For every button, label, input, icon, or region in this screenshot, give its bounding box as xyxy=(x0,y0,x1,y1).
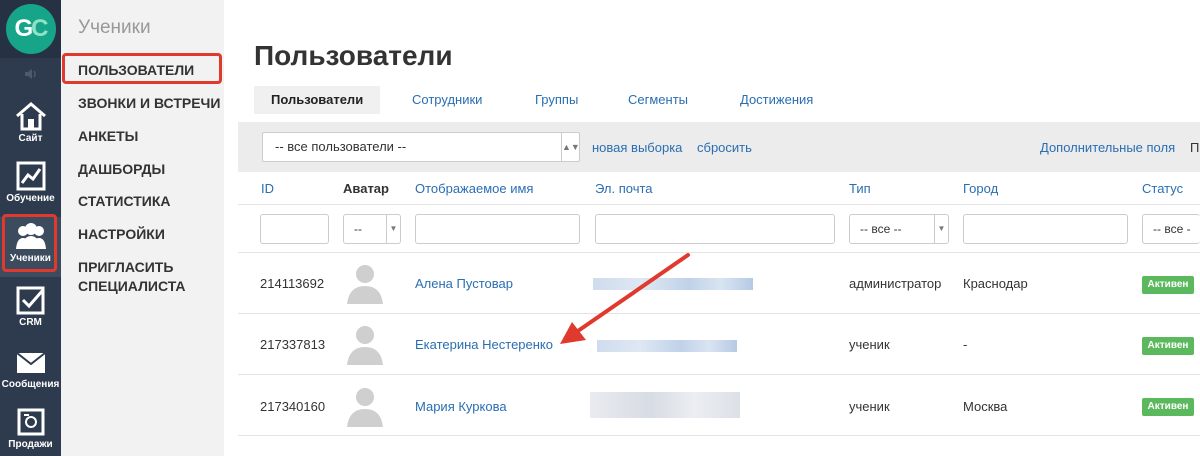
submenu-item-statistics[interactable]: СТАТИСТИКА xyxy=(78,192,171,211)
submenu-item-invite[interactable]: ПРИГЛАСИТЬ СПЕЦИАЛИСТА xyxy=(78,258,186,296)
submenu-item-forms[interactable]: АНКЕТЫ xyxy=(78,127,138,146)
cell-email-redacted xyxy=(597,340,737,352)
segment-select[interactable]: -- все пользователи -- ▲▼ xyxy=(262,132,580,162)
cell-email-redacted xyxy=(590,392,740,418)
rail-highlight xyxy=(2,214,57,272)
submenu-item-dashboards[interactable]: ДАШБОРДЫ xyxy=(78,160,165,179)
cell-city: Краснодар xyxy=(963,276,1028,291)
cell-id: 217337813 xyxy=(260,337,326,352)
rail-item-site[interactable]: Сайт xyxy=(0,97,61,157)
col-header-type[interactable]: Тип xyxy=(849,181,871,196)
divider xyxy=(238,435,1200,436)
cell-type: ученик xyxy=(849,399,890,414)
col-header-name[interactable]: Отображаемое имя xyxy=(415,181,533,196)
rail-item-label: CRM xyxy=(19,317,42,328)
filter-city-input[interactable] xyxy=(963,214,1128,244)
cell-city: Москва xyxy=(963,399,1008,414)
chevron-down-icon: ▲▼ xyxy=(561,133,580,161)
speaker-icon[interactable] xyxy=(0,60,61,88)
page-title: Пользователи xyxy=(254,40,453,71)
filter-avatar-value: -- xyxy=(354,222,362,236)
new-selection-link[interactable]: новая выборка xyxy=(592,140,682,155)
filter-status-value: -- все - xyxy=(1153,222,1191,236)
app-rail: GC Сайт Обучение Ученики CRM Сообщения П… xyxy=(0,0,61,456)
tab-users[interactable]: Пользователи xyxy=(254,86,381,114)
col-header-id[interactable]: ID xyxy=(261,181,274,196)
submenu-item-settings[interactable]: НАСТРОЙКИ xyxy=(78,225,165,244)
cell-id: 217340160 xyxy=(260,399,326,414)
logo[interactable]: GC xyxy=(0,0,61,58)
divider xyxy=(238,204,1200,205)
submenu-title: Ученики xyxy=(78,17,151,38)
rail-item-label: Продажи xyxy=(8,439,53,450)
divider xyxy=(238,252,1200,253)
rail-item-learning[interactable]: Обучение xyxy=(0,157,61,217)
rail-item-crm[interactable]: CRM xyxy=(0,281,61,341)
cell-id: 214113692 xyxy=(260,276,325,291)
cell-type: администратор xyxy=(849,276,942,291)
chart-icon xyxy=(16,161,45,191)
invite-line-2: СПЕЦИАЛИСТА xyxy=(78,278,186,294)
invite-line-1: ПРИГЛАСИТЬ xyxy=(78,259,174,275)
segment-select-value: -- все пользователи -- xyxy=(275,139,407,154)
cell-name-link[interactable]: Алена Пустовар xyxy=(415,276,513,291)
col-header-status[interactable]: Статус xyxy=(1142,181,1183,196)
chevron-down-icon: ▼ xyxy=(934,215,948,243)
truncated-link[interactable]: П xyxy=(1190,140,1199,155)
chevron-down-icon: ▼ xyxy=(386,215,400,243)
home-icon xyxy=(15,102,46,131)
avatar xyxy=(343,321,387,365)
register-icon xyxy=(17,408,44,436)
tab-employees[interactable]: Сотрудники xyxy=(412,86,482,114)
logo-mark: GC xyxy=(5,4,56,54)
cell-city: - xyxy=(963,337,968,352)
checkbox-icon xyxy=(16,286,44,315)
logo-letter-c: C xyxy=(31,15,48,42)
status-badge: Активен xyxy=(1142,276,1194,294)
col-header-email[interactable]: Эл. почта xyxy=(595,181,653,196)
reset-link[interactable]: сбросить xyxy=(697,140,752,155)
divider xyxy=(238,374,1200,375)
submenu-item-calls[interactable]: ЗВОНКИ И ВСТРЕЧИ xyxy=(78,94,220,113)
avatar xyxy=(343,260,387,304)
rail-item-messages[interactable]: Сообщения xyxy=(0,345,61,405)
divider xyxy=(238,313,1200,314)
filter-name-input[interactable] xyxy=(415,214,580,244)
rail-item-label: Обучение xyxy=(6,193,55,204)
tab-segments[interactable]: Сегменты xyxy=(628,86,688,114)
status-badge: Активен xyxy=(1142,337,1194,355)
cell-name-link[interactable]: Мария Куркова xyxy=(415,399,507,414)
filter-avatar-select[interactable]: -- ▼ xyxy=(343,214,401,244)
extra-fields-link[interactable]: Дополнительные поля xyxy=(1040,140,1175,155)
col-header-avatar: Аватар xyxy=(343,181,389,196)
filter-type-select[interactable]: -- все -- ▼ xyxy=(849,214,949,244)
submenu-highlight xyxy=(62,53,222,84)
avatar xyxy=(343,383,387,427)
status-badge: Активен xyxy=(1142,398,1194,416)
rail-item-label: Сообщения xyxy=(1,379,60,390)
col-header-city[interactable]: Город xyxy=(963,181,998,196)
rail-item-sales[interactable]: Продажи xyxy=(0,403,61,456)
envelope-icon xyxy=(15,352,46,373)
tabs: Пользователи Сотрудники Группы Сегменты … xyxy=(254,86,1200,114)
filter-email-input[interactable] xyxy=(595,214,835,244)
cell-email-redacted xyxy=(593,278,753,290)
cell-type: ученик xyxy=(849,337,890,352)
tab-groups[interactable]: Группы xyxy=(535,86,578,114)
tab-achievements[interactable]: Достижения xyxy=(740,86,813,114)
rail-item-label: Сайт xyxy=(18,133,43,144)
filter-status-select[interactable]: -- все - xyxy=(1142,214,1200,244)
logo-letter-g: G xyxy=(14,15,33,42)
filter-id-input[interactable] xyxy=(260,214,329,244)
cell-name-link[interactable]: Екатерина Нестеренко xyxy=(415,337,553,352)
filter-type-value: -- все -- xyxy=(860,222,902,236)
